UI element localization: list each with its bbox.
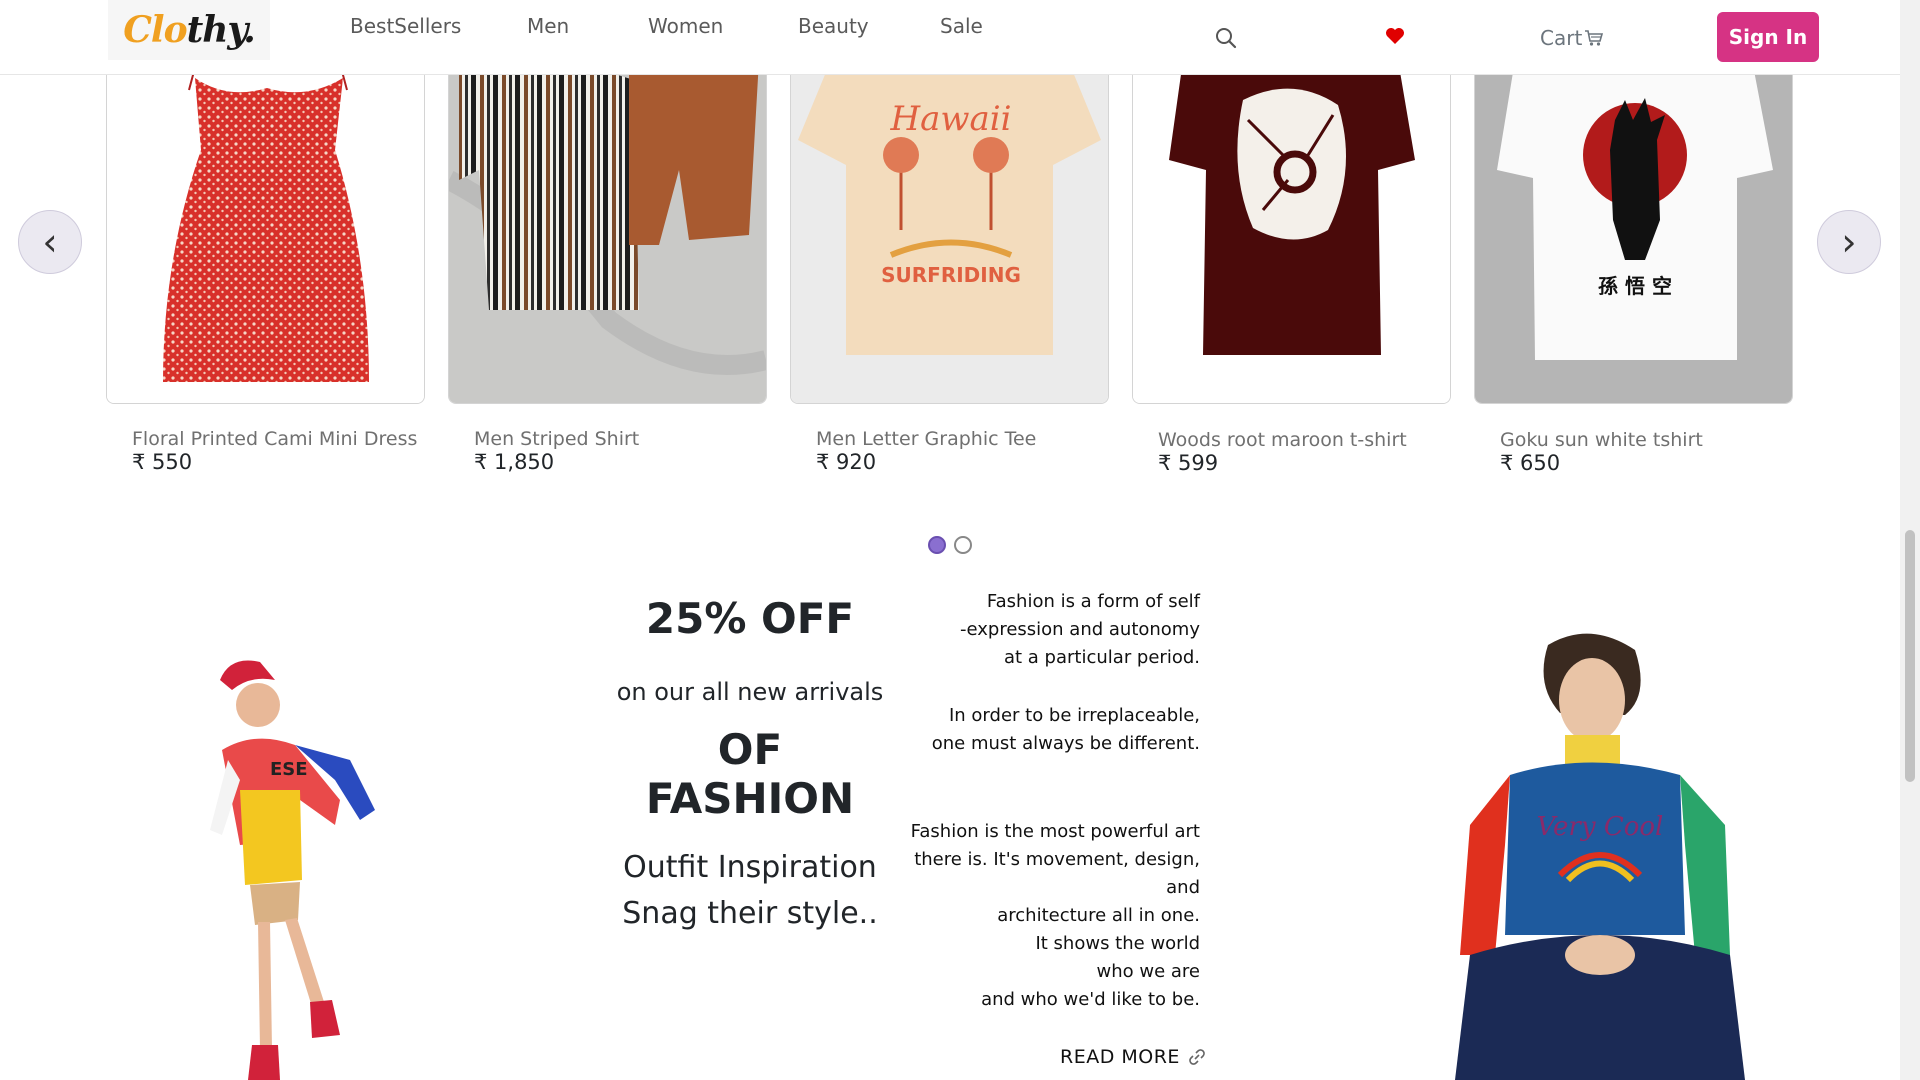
nav-bestsellers[interactable]: BestSellers xyxy=(350,14,461,38)
page-scrollbar[interactable] xyxy=(1900,0,1920,1080)
logo-part-orange: Clo xyxy=(123,9,187,51)
nav-women[interactable]: Women xyxy=(648,14,723,38)
product-name[interactable]: Floral Printed Cami Mini Dress xyxy=(132,428,417,450)
product-card-floral-dress[interactable] xyxy=(106,60,425,404)
product-card-striped-shirt[interactable] xyxy=(448,60,767,404)
product-price: ₹ 599 xyxy=(1158,451,1219,475)
quote-line: It shows the world xyxy=(1035,933,1200,954)
cart-link[interactable]: Cart xyxy=(1540,26,1604,50)
nav-beauty[interactable]: Beauty xyxy=(798,14,869,38)
read-more-label: READ MORE xyxy=(1060,1046,1180,1068)
link-icon xyxy=(1189,1049,1205,1065)
fashion-quote-3: Fashion is the most powerful art there i… xyxy=(900,818,1200,1014)
goku-tee-image: 孫 悟 空 xyxy=(1475,60,1792,403)
carousel-dot-2[interactable] xyxy=(954,536,972,554)
product-name[interactable]: Woods root maroon t-shirt xyxy=(1158,429,1407,451)
logo-part-dark: thy. xyxy=(186,9,256,51)
left-model-image: ESE xyxy=(210,660,375,1080)
left-model-shirt-text: ESE xyxy=(270,759,308,780)
product-name[interactable]: Goku sun white tshirt xyxy=(1500,429,1703,451)
product-name[interactable]: Men Letter Graphic Tee xyxy=(816,428,1036,450)
heart-icon[interactable] xyxy=(1385,27,1405,45)
quote-line: In order to be irreplaceable, xyxy=(948,705,1200,726)
chevron-right-icon: › xyxy=(1841,220,1857,264)
product-card-maroon-tee[interactable] xyxy=(1132,60,1451,404)
striped-shirt-image xyxy=(449,60,766,403)
promo-discount: 25% OFF xyxy=(645,594,855,643)
floral-dress-image xyxy=(107,60,424,403)
quote-line: Fashion is the most powerful art xyxy=(910,821,1200,842)
promo-inspiration-line2: Snag their style.. xyxy=(622,896,878,931)
right-model-shirt-text: Very Cool xyxy=(1537,812,1664,842)
navbar: Clo thy. BestSellers Men Women Beauty Sal… xyxy=(0,0,1900,75)
cart-label: Cart xyxy=(1540,26,1583,50)
quote-line: one must always be different. xyxy=(931,733,1200,754)
read-more-link[interactable]: READ MORE xyxy=(1060,1046,1206,1068)
sign-in-button[interactable]: Sign In xyxy=(1717,12,1819,62)
fashion-quote-2: In order to be irreplaceable, one must a… xyxy=(900,702,1200,758)
carousel-dot-1[interactable] xyxy=(928,536,946,554)
promo-headline: OF FASHION xyxy=(645,725,855,823)
product-price: ₹ 550 xyxy=(132,450,193,474)
quote-line: who we are xyxy=(1096,961,1201,982)
nav-men[interactable]: Men xyxy=(527,14,569,38)
quote-line: -expression and autonomy xyxy=(959,619,1200,640)
quote-line: and xyxy=(1166,877,1200,898)
fashion-quote-1: Fashion is a form of self -expression an… xyxy=(900,588,1200,672)
product-name[interactable]: Men Striped Shirt xyxy=(474,428,639,450)
right-model-image: Very Cool xyxy=(1455,633,1745,1080)
cart-icon xyxy=(1585,30,1604,46)
promo-subtitle: on our all new arrivals xyxy=(616,678,884,706)
product-price: ₹ 920 xyxy=(816,450,877,474)
goku-print-glyphs: 孫 悟 空 xyxy=(1598,274,1672,298)
product-card-goku-tee[interactable]: 孫 悟 空 xyxy=(1474,60,1793,404)
graphic-tee-image: Hawaii SURFRIDING xyxy=(791,60,1108,403)
quote-line: and who we'd like to be. xyxy=(981,989,1200,1010)
quote-line: Fashion is a form of self xyxy=(986,591,1200,612)
scrollbar-thumb[interactable] xyxy=(1905,530,1915,782)
maroon-tee-image xyxy=(1133,60,1450,403)
quote-line: at a particular period. xyxy=(1004,647,1200,668)
product-price: ₹ 650 xyxy=(1500,451,1561,475)
quote-line: there is. It's movement, design, xyxy=(914,849,1200,870)
quote-line: architecture all in one. xyxy=(997,905,1200,926)
tee-print-text: Hawaii xyxy=(889,99,1011,139)
promo-inspiration-line1: Outfit Inspiration xyxy=(623,850,877,885)
brand-logo[interactable]: Clo thy. xyxy=(108,0,270,60)
search-icon[interactable] xyxy=(1215,27,1237,49)
nav-sale[interactable]: Sale xyxy=(940,14,983,38)
chevron-left-icon: ‹ xyxy=(42,220,58,264)
product-price: ₹ 1,850 xyxy=(474,450,555,474)
tee-print-subtext: SURFRIDING xyxy=(881,263,1021,287)
product-card-graphic-tee[interactable]: Hawaii SURFRIDING xyxy=(790,60,1109,404)
carousel-prev-button[interactable]: ‹ xyxy=(18,210,82,274)
carousel-next-button[interactable]: › xyxy=(1817,210,1881,274)
